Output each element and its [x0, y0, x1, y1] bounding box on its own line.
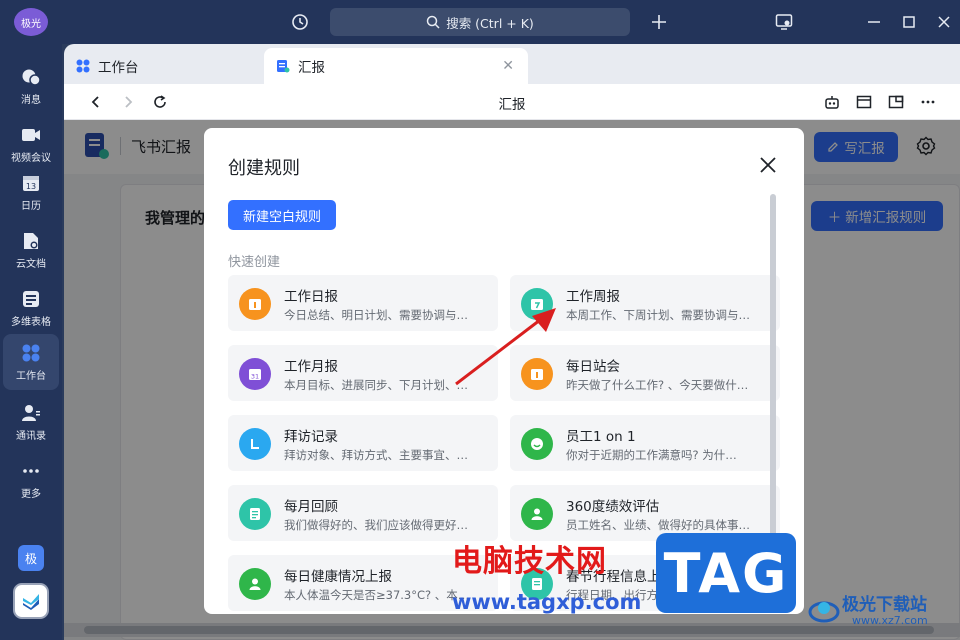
tab-label: 工作台 — [98, 60, 139, 76]
left-rail: 极光 消息 视频会议 13 日历 云文档 多维表格 工作台 通讯录 更多 极 — [0, 0, 62, 640]
doc-icon — [20, 230, 42, 252]
more-icon[interactable] — [918, 92, 938, 112]
template-name: 工作周报 — [566, 289, 620, 305]
search-input[interactable]: 搜索 (Ctrl + K) — [330, 8, 630, 36]
template-card[interactable]: 31 工作月报 本月目标、进展同步、下月计划、… — [228, 345, 498, 401]
svg-text:13: 13 — [26, 182, 36, 191]
tab-label: 汇报 — [298, 60, 325, 76]
template-desc: 你对于近期的工作满意吗? 为什… — [566, 448, 737, 462]
template-desc: 我们做得好的、我们应该做得更好… — [284, 518, 468, 532]
calendar-icon: 13 — [20, 172, 42, 194]
watermark-tag-logo: TAG — [656, 533, 796, 613]
workbench-icon — [76, 59, 90, 73]
workbench-icon — [20, 342, 42, 364]
window-icon[interactable] — [854, 92, 874, 112]
report-icon — [277, 60, 290, 73]
template-card[interactable]: 员工1 on 1 你对于近期的工作满意吗? 为什… — [510, 415, 780, 471]
screen-share-icon[interactable] — [774, 12, 794, 32]
history-icon[interactable] — [290, 12, 310, 32]
close-icon[interactable] — [758, 155, 780, 177]
app-launcher-icon[interactable] — [13, 583, 49, 619]
weekly-report-icon — [521, 288, 553, 320]
visit-icon — [239, 428, 271, 460]
search-icon — [426, 15, 440, 29]
template-card[interactable]: 每日站会 昨天做了什么工作? 、今天要做什… — [510, 345, 780, 401]
contacts-icon — [20, 402, 42, 424]
rail-label: 视频会议 — [11, 153, 51, 164]
template-name: 每月回顾 — [284, 499, 338, 515]
svg-text:31: 31 — [251, 373, 259, 381]
template-card[interactable]: 工作周报 本周工作、下周计划、需要协调与… — [510, 275, 780, 331]
org-badge[interactable]: 极 — [18, 545, 44, 571]
title-bar: 搜索 (Ctrl + K) — [62, 0, 960, 44]
nav-bar: 汇报 — [64, 84, 960, 120]
template-name: 拜访记录 — [284, 429, 338, 445]
tab-report[interactable]: 汇报 ✕ — [264, 48, 528, 84]
close-window-icon[interactable] — [934, 12, 954, 32]
standup-icon — [521, 358, 553, 390]
template-card[interactable]: 拜访记录 拜访对象、拜访方式、主要事宜、… — [228, 415, 498, 471]
rail-label: 云文档 — [16, 259, 46, 270]
maximize-icon[interactable] — [899, 12, 919, 32]
dialog-title: 创建规则 — [228, 158, 300, 179]
performance-icon — [521, 498, 553, 530]
jg-logo-icon — [808, 601, 840, 623]
rail-item-docs[interactable]: 云文档 — [3, 222, 59, 278]
template-desc: 本周工作、下周计划、需要协调与… — [566, 308, 750, 322]
watermark-jg-logo: 极光下载站 www.xz7.com — [806, 588, 956, 636]
message-icon — [20, 66, 42, 88]
quick-create-label: 快速创建 — [228, 255, 281, 270]
template-name: 工作月报 — [284, 359, 338, 375]
template-name: 360度绩效评估 — [566, 499, 660, 515]
rail-item-calendar[interactable]: 13 日历 — [3, 164, 59, 220]
template-desc: 本月目标、进展同步、下月计划、… — [284, 378, 468, 392]
table-icon — [20, 288, 42, 310]
template-desc: 昨天做了什么工作? 、今天要做什… — [566, 378, 749, 392]
review-icon — [239, 498, 271, 530]
one-on-one-icon — [521, 428, 553, 460]
rail-label: 消息 — [21, 95, 41, 106]
new-blank-rule-button[interactable]: 新建空白规则 — [228, 200, 336, 230]
split-view-icon[interactable] — [886, 92, 906, 112]
jg-site-url: www.xz7.com — [852, 614, 928, 627]
search-placeholder: 搜索 (Ctrl + K) — [446, 15, 534, 31]
rail-label: 通讯录 — [16, 431, 46, 442]
video-icon — [20, 124, 42, 146]
daily-report-icon — [239, 288, 271, 320]
rail-label: 日历 — [21, 201, 41, 212]
tab-strip: 工作台 汇报 ✕ — [64, 44, 960, 84]
watermark-site-name: 电脑技术网 — [452, 544, 607, 579]
template-desc: 员工姓名、业绩、做得好的具体事… — [566, 518, 750, 532]
template-card[interactable]: 每月回顾 我们做得好的、我们应该做得更好… — [228, 485, 498, 541]
rail-item-contacts[interactable]: 通讯录 — [3, 394, 59, 450]
template-card[interactable]: 工作日报 今日总结、明日计划、需要协调与… — [228, 275, 498, 331]
more-icon — [20, 460, 42, 482]
close-icon[interactable]: ✕ — [502, 58, 514, 74]
user-avatar[interactable]: 极光 — [14, 8, 48, 36]
rail-item-more[interactable]: 更多 — [3, 452, 59, 508]
template-name: 每日站会 — [566, 359, 620, 375]
template-name: 员工1 on 1 — [566, 429, 636, 445]
robot-icon[interactable] — [822, 92, 842, 112]
minimize-icon[interactable] — [864, 12, 884, 32]
template-name: 每日健康情况上报 — [284, 569, 392, 585]
rail-label: 更多 — [21, 489, 41, 500]
rail-item-messages[interactable]: 消息 — [3, 58, 59, 114]
rail-item-bitable[interactable]: 多维表格 — [3, 280, 59, 336]
tab-workbench[interactable]: 工作台 — [64, 48, 262, 84]
monthly-report-icon: 31 — [239, 358, 271, 390]
jg-site-name: 极光下载站 — [842, 595, 927, 615]
rail-label: 多维表格 — [11, 317, 51, 328]
watermark-site-url: www.tagxp.com — [452, 590, 642, 614]
template-desc: 今日总结、明日计划、需要协调与… — [284, 308, 468, 322]
template-desc: 拜访对象、拜访方式、主要事宜、… — [284, 448, 468, 462]
template-name: 工作日报 — [284, 289, 338, 305]
rail-item-workbench[interactable]: 工作台 — [3, 334, 59, 390]
health-icon — [239, 568, 271, 600]
plus-icon[interactable] — [649, 12, 669, 32]
rail-label: 工作台 — [16, 371, 46, 382]
